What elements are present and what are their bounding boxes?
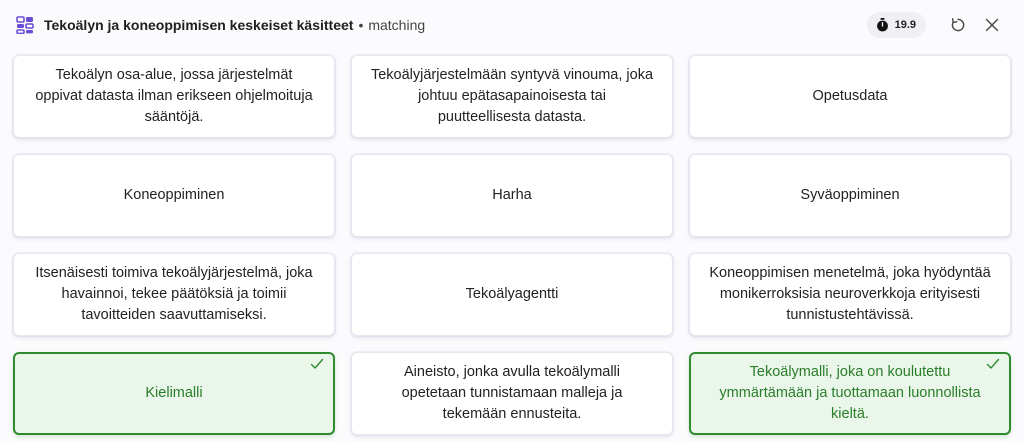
close-button[interactable]	[978, 11, 1006, 39]
card-text: Harha	[492, 187, 532, 203]
card-text: Itsenäisesti toimiva tekoälyjärjestelmä,…	[35, 265, 313, 323]
restart-button[interactable]	[944, 11, 972, 39]
card-matched[interactable]: Kielimalli	[13, 352, 335, 435]
card-text: Tekoälymalli, joka on koulutettu ymmärtä…	[719, 364, 981, 422]
stopwatch-icon	[876, 18, 888, 32]
header-controls: 19.9	[866, 11, 1006, 39]
matching-card-grid: Tekoälyn osa-alue, jossa järjestelmät op…	[13, 55, 1011, 435]
app-grid-icon	[16, 16, 34, 34]
matching-game-window: Tekoälyn ja koneoppimisen keskeiset käsi…	[0, 0, 1024, 443]
card-text: Tekoälyagentti	[465, 286, 559, 302]
page-title: Tekoälyn ja koneoppimisen keskeiset käsi…	[44, 17, 354, 33]
card-matched[interactable]: Tekoälymalli, joka on koulutettu ymmärtä…	[689, 352, 1011, 435]
timer-badge: 19.9	[866, 12, 926, 38]
card-text: Aineisto, jonka avulla tekoälymalli opet…	[401, 364, 623, 422]
card-text: Tekoälyn osa-alue, jossa järjestelmät op…	[35, 67, 313, 125]
card-text: Koneoppiminen	[123, 187, 225, 203]
card[interactable]: Harha	[351, 154, 673, 237]
checkmark-icon	[310, 358, 324, 369]
card-text: Opetusdata	[812, 88, 888, 104]
card-text: Syväoppiminen	[800, 187, 900, 203]
card[interactable]: Syväoppiminen	[689, 154, 1011, 237]
mode-label: matching	[368, 17, 426, 33]
card[interactable]: Opetusdata	[689, 55, 1011, 138]
card[interactable]: Tekoälyjärjestelmään syntyvä vinouma, jo…	[351, 55, 673, 138]
card[interactable]: Koneoppiminen	[13, 154, 335, 237]
checkmark-icon	[986, 358, 1000, 369]
restart-icon	[951, 18, 965, 32]
title-separator: •	[358, 17, 364, 33]
card[interactable]: Koneoppimisen menetelmä, joka hyödyntää …	[689, 253, 1011, 336]
header-bar: Tekoälyn ja koneoppimisen keskeiset käsi…	[0, 0, 1024, 50]
card-text: Kielimalli	[145, 385, 203, 401]
card[interactable]: Aineisto, jonka avulla tekoälymalli opet…	[351, 352, 673, 435]
card[interactable]: Tekoälyn osa-alue, jossa järjestelmät op…	[13, 55, 335, 138]
card-text: Tekoälyjärjestelmään syntyvä vinouma, jo…	[370, 67, 654, 125]
close-icon	[985, 18, 999, 32]
card[interactable]: Itsenäisesti toimiva tekoälyjärjestelmä,…	[13, 253, 335, 336]
card[interactable]: Tekoälyagentti	[351, 253, 673, 336]
timer-value: 19.9	[894, 19, 916, 31]
card-text: Koneoppimisen menetelmä, joka hyödyntää …	[709, 265, 991, 323]
